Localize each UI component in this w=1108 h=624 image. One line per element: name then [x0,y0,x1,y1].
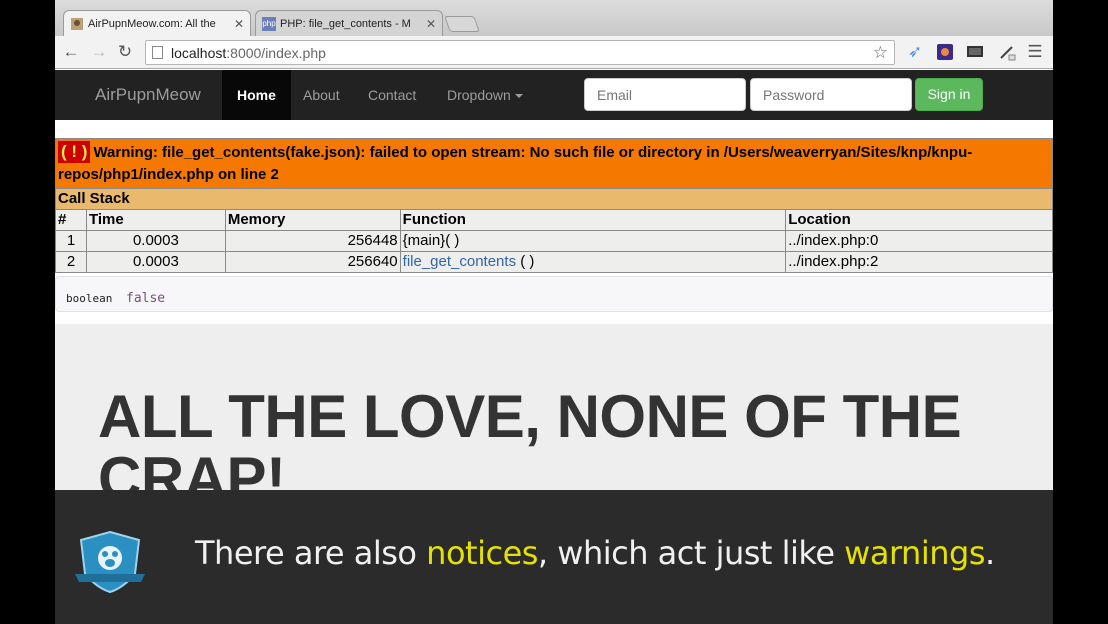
cell-function: file_get_contents ( ) [399,251,787,273]
address-bar[interactable]: localhost:8000/index.php ☆ [145,40,895,65]
php-favicon-icon: php [262,16,276,31]
function-doc-link[interactable]: file_get_contents [403,253,516,270]
knpuniversity-logo-icon [75,530,145,594]
extension-bird-icon[interactable]: ➶ [905,42,925,62]
browser-toolbar: ← → ↻ localhost:8000/index.php ☆ ➶ ☰ [55,36,1053,69]
cell-location: ../index.php:2 [785,251,1053,273]
caption-highlight: notices [426,534,538,572]
page-icon [152,46,163,59]
col-header-location: Location [785,209,1053,231]
caret-down-icon [514,94,523,99]
col-header-function: Function [399,209,787,231]
nav-dropdown[interactable]: Dropdown [432,70,538,120]
col-header-memory: Memory [224,209,401,231]
cell-num: 2 [55,251,87,273]
var-dump-output: boolean false [55,276,1053,312]
tab-close-icon[interactable]: ✕ [234,17,244,31]
sign-in-button[interactable]: Sign in [915,78,983,111]
warning-message: Warning: file_get_contents(fake.json): f… [58,144,973,183]
site-navbar: AirPupnMeow Home About Contact Dropdown … [55,70,1053,120]
caption-text: There are also notices, which act just l… [195,534,995,572]
tab-php-manual[interactable]: php PHP: file_get_contents - M ✕ [255,10,443,36]
password-field[interactable] [750,78,912,111]
xdebug-warning: ( ! ) Warning: file_get_contents(fake.jso… [55,138,1053,189]
xdebug-error-table: ( ! ) Warning: file_get_contents(fake.jso… [55,138,1053,273]
cell-time: 0.0003 [85,230,226,252]
nav-contact[interactable]: Contact [353,70,431,120]
col-header-num: # [55,209,87,231]
browser-window: AirPupnMeow.com: All the ✕ php PHP: file… [55,0,1053,624]
function-parens: ( ) [516,253,535,270]
cell-function: {main}( ) [399,230,787,252]
site-favicon-icon [70,17,84,31]
email-field[interactable] [584,78,746,111]
dump-type: boolean [66,292,113,305]
cell-memory: 256448 [224,230,401,252]
reload-icon[interactable]: ↻ [115,42,135,62]
nav-about[interactable]: About [288,70,355,120]
tab-airpupnmeow[interactable]: AirPupnMeow.com: All the ✕ [63,10,251,36]
table-row: 1 0.0003 256448 {main}( ) ../index.php:0 [55,230,1053,252]
col-header-time: Time [85,209,226,231]
error-badge-icon: ( ! ) [58,141,91,163]
call-stack-heading: Call Stack [55,188,1053,210]
video-caption-bar: There are also notices, which act just l… [55,490,1053,624]
cell-location: ../index.php:0 [785,230,1053,252]
caption-highlight: warnings [844,534,985,572]
dump-value: false [126,291,166,306]
dropdown-label: Dropdown [447,87,511,103]
nav-home[interactable]: Home [222,70,291,120]
tab-strip: AirPupnMeow.com: All the ✕ php PHP: file… [55,0,1053,36]
navbar-brand[interactable]: AirPupnMeow [95,85,201,105]
bookmark-star-icon[interactable]: ☆ [873,43,888,63]
tab-label: PHP: file_get_contents - M [280,17,411,30]
url-text: localhost:8000/index.php [171,44,326,61]
menu-icon[interactable]: ☰ [1025,42,1045,62]
extension-screen-icon[interactable] [965,42,985,62]
extension-ie-icon[interactable] [935,42,955,62]
tab-close-icon[interactable]: ✕ [426,17,436,31]
forward-icon[interactable]: → [89,42,109,62]
tab-label: AirPupnMeow.com: All the [88,17,216,30]
table-row: 2 0.0003 256640 file_get_contents ( ) ..… [55,251,1053,273]
back-icon[interactable]: ← [61,42,81,62]
new-tab-button[interactable] [444,16,480,32]
cell-memory: 256640 [224,251,401,273]
cell-num: 1 [55,230,87,252]
extension-eyedropper-icon[interactable] [997,42,1017,62]
cell-time: 0.0003 [85,251,226,273]
